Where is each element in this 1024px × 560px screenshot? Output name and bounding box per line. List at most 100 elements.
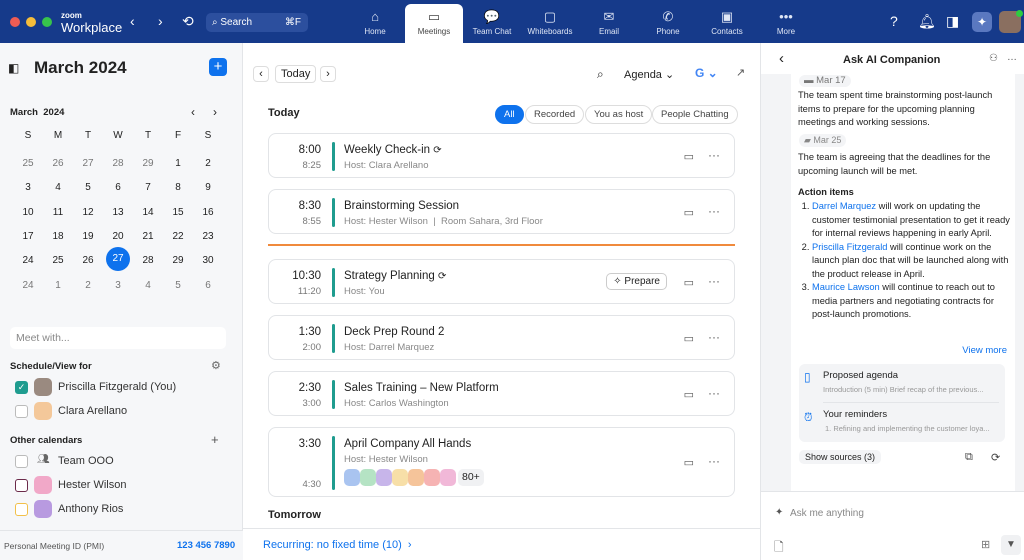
calendar-day[interactable]: 25 (16, 154, 40, 174)
calendar-day[interactable]: 14 (136, 203, 160, 223)
more-options-icon[interactable]: ··· (708, 454, 720, 468)
more-options-icon[interactable]: ··· (708, 386, 720, 400)
attach-file-icon[interactable]: 🗋 (774, 538, 784, 559)
checkbox-clara[interactable] (15, 405, 28, 418)
calendar-day[interactable]: 10 (16, 203, 40, 223)
calendar-day[interactable]: 29 (166, 251, 190, 271)
new-meeting-button[interactable]: + (209, 58, 227, 76)
tab-email[interactable]: ✉ Email (580, 4, 638, 43)
calendar-day[interactable]: 12 (76, 203, 100, 223)
calendar-day[interactable]: 6 (106, 178, 130, 198)
view-select[interactable]: Agenda ⌄ (624, 68, 674, 81)
search-icon[interactable]: ⌕ (597, 67, 604, 82)
calendar-day[interactable]: 24 (16, 251, 40, 271)
next-month-icon[interactable]: › (213, 105, 217, 119)
meeting-card[interactable]: 10:30 11:20 Strategy Planning ⟳ Host: Yo… (268, 259, 735, 304)
calendar-day[interactable]: 28 (106, 154, 130, 174)
back-icon[interactable]: ‹ (779, 50, 784, 67)
checkbox-hester[interactable] (15, 479, 28, 492)
calendar-day[interactable]: 26 (76, 251, 100, 271)
calendar-day[interactable]: 1 (46, 276, 70, 296)
calendar-day[interactable]: 2 (76, 276, 100, 296)
calendar-day[interactable]: 25 (46, 251, 70, 271)
view-more-link[interactable]: View more (962, 345, 1007, 356)
forward-icon[interactable]: › (158, 13, 163, 29)
calendar-day[interactable]: 28 (136, 251, 160, 271)
prev-day-button[interactable]: ‹ (253, 66, 269, 82)
tab-meetings[interactable]: ▭ Meetings (405, 4, 463, 43)
checkbox-team-ooo[interactable] (15, 455, 28, 468)
calendar-day[interactable]: 15 (166, 203, 190, 223)
person-link[interactable]: Darrel Marquez (812, 201, 876, 211)
calendar-day[interactable]: 2 (196, 154, 220, 174)
calendar-day[interactable]: 5 (76, 178, 100, 198)
meeting-card[interactable]: 8:30 8:55 Brainstorming Session Host: He… (268, 189, 735, 234)
regenerate-icon[interactable]: ⟳ (991, 451, 1000, 464)
meeting-card[interactable]: 8:00 8:25 Weekly Check-in ⟳ Host: Clara … (268, 133, 735, 178)
person-link[interactable]: Maurice Lawson (812, 282, 880, 292)
chat-icon[interactable]: ▭ (684, 388, 694, 401)
calendar-day[interactable]: 8 (166, 178, 190, 198)
attendee-count[interactable]: 80+ (458, 469, 484, 486)
search-input[interactable]: ⌕ Search ⌘F (206, 13, 308, 32)
chat-icon[interactable]: ▭ (684, 206, 694, 219)
google-calendar-icon[interactable]: G ⌄ (695, 66, 718, 80)
person-link[interactable]: Priscilla Fitzgerald (812, 242, 887, 252)
notifications-icon[interactable]: 🔔︎ (918, 13, 936, 30)
calendar-day[interactable]: 21 (136, 227, 160, 247)
calendar-day[interactable]: 3 (16, 178, 40, 198)
more-options-icon[interactable]: ··· (708, 148, 720, 162)
recurring-link[interactable]: Recurring: no fixed time (10) › (263, 539, 412, 551)
calendar-day[interactable]: 13 (106, 203, 130, 223)
calendar-day[interactable]: 4 (46, 178, 70, 198)
more-options-icon[interactable]: ··· (708, 274, 720, 288)
tab-home[interactable]: ⌂ Home (346, 4, 404, 43)
prev-month-icon[interactable]: ‹ (191, 105, 195, 119)
copy-icon[interactable]: ⧉ (965, 451, 973, 464)
calendar-day[interactable]: 18 (46, 227, 70, 247)
chat-icon[interactable]: ▭ (684, 456, 694, 469)
calendar-day[interactable]: 9 (196, 178, 220, 198)
filter-chip[interactable]: You as host (585, 105, 653, 124)
calendar-day[interactable]: 1 (166, 154, 190, 174)
calendar-day[interactable]: 22 (166, 227, 190, 247)
calendar-day[interactable]: 7 (136, 178, 160, 198)
prepare-button[interactable]: ✧ Prepare (606, 272, 667, 290)
add-calendar-icon[interactable]: + (211, 432, 219, 447)
pmi-value[interactable]: 123 456 7890 (177, 540, 235, 551)
settings-gear-icon[interactable]: ⚙ (211, 359, 221, 372)
next-day-button[interactable]: › (320, 66, 336, 82)
user-settings-icon[interactable]: ⚇ (989, 53, 998, 64)
chat-icon[interactable]: ▭ (684, 332, 694, 345)
filter-chip[interactable]: All (495, 105, 524, 124)
calendar-day[interactable]: 20 (106, 227, 130, 247)
calendar-day[interactable]: 23 (196, 227, 220, 247)
calendar-day[interactable]: 24 (16, 276, 40, 296)
source-title[interactable]: Proposed agenda (823, 370, 898, 381)
chat-icon[interactable]: ▭ (684, 276, 694, 289)
show-sources-button[interactable]: Show sources (3) (799, 450, 882, 464)
filter-chip[interactable]: Recorded (525, 105, 585, 124)
calendar-day[interactable]: 27 (76, 154, 100, 174)
calendar-day[interactable]: 29 (136, 154, 160, 174)
calendar-day-selected[interactable]: 27 (106, 247, 130, 272)
open-external-icon[interactable]: ↗ (736, 66, 745, 79)
minimize-window-button[interactable] (26, 17, 36, 27)
tab-whiteboards[interactable]: ▢ Whiteboards (521, 4, 579, 43)
filter-chip[interactable]: People Chatting (652, 105, 738, 124)
back-icon[interactable]: ‹ (130, 13, 135, 29)
sidebar-toggle-icon[interactable]: ◧ (8, 61, 19, 75)
more-options-icon[interactable]: ··· (708, 204, 720, 218)
ask-input[interactable]: Ask me anything (790, 508, 864, 519)
meeting-card[interactable]: 2:30 3:00 Sales Training – New Platform … (268, 371, 735, 416)
more-options-icon[interactable]: ··· (708, 330, 720, 344)
meet-with-input[interactable]: Meet with... (10, 327, 226, 349)
more-icon[interactable]: … (1007, 52, 1017, 63)
calendar-day[interactable]: 17 (16, 227, 40, 247)
help-icon[interactable]: ? (890, 13, 898, 29)
calendar-day[interactable]: 26 (46, 154, 70, 174)
meeting-card[interactable]: 1:30 2:00 Deck Prep Round 2 Host: Darrel… (268, 315, 735, 360)
side-panel-icon[interactable]: ◨ (946, 13, 959, 30)
tab-contacts[interactable]: ▣ Contacts (698, 4, 756, 43)
calendar-day[interactable]: 19 (76, 227, 100, 247)
